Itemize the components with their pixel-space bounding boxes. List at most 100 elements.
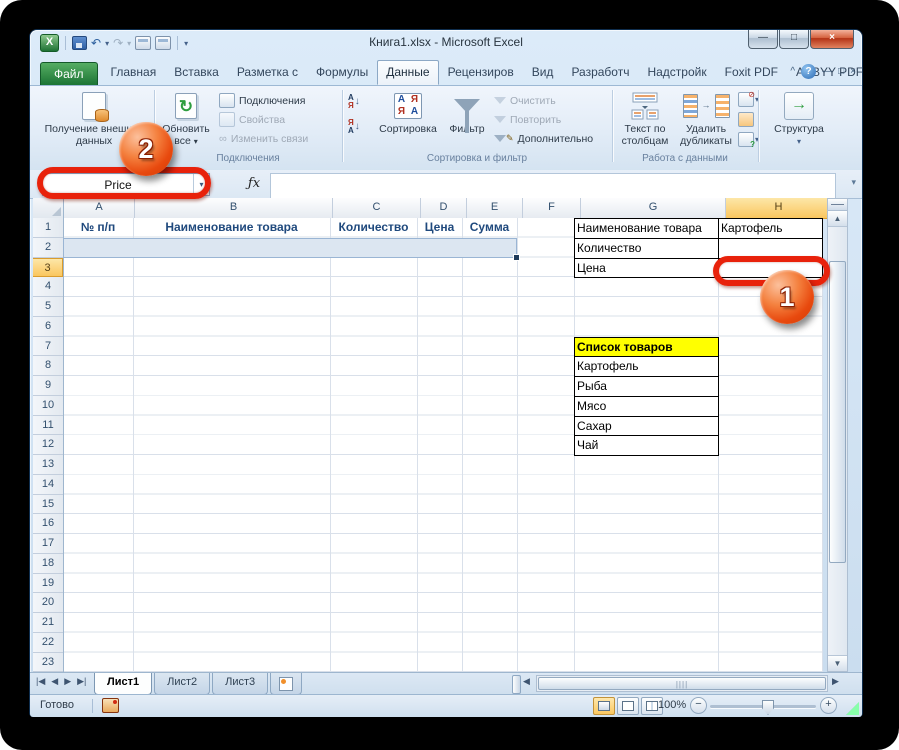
zoom-slider-thumb[interactable] [762, 700, 774, 715]
horizontal-scrollbar[interactable]: |||| [536, 675, 828, 692]
data-validation-button[interactable]: ⊘ ▾ [738, 92, 759, 107]
column-header-g[interactable]: G [581, 198, 726, 218]
scroll-up-icon[interactable]: ▲ [828, 211, 847, 227]
column-header-e[interactable]: E [467, 198, 523, 218]
row-header[interactable]: 14 [33, 475, 63, 495]
row-header[interactable]: 16 [33, 514, 63, 534]
first-sheet-icon[interactable]: |◀ [36, 676, 45, 687]
row-header[interactable]: 13 [33, 455, 63, 475]
vertical-split-handle[interactable] [828, 199, 847, 211]
fill-handle[interactable] [513, 254, 520, 261]
formula-bar-input[interactable] [270, 173, 836, 200]
tab-insert[interactable]: Вставка [165, 60, 228, 85]
list-item-cell-g9[interactable]: Рыба [574, 376, 719, 397]
minimize-button[interactable]: — [748, 30, 778, 49]
row-header[interactable]: 15 [33, 495, 63, 515]
vertical-scroll-thumb[interactable] [829, 261, 846, 563]
filter-button[interactable]: Фильтр [444, 88, 490, 136]
group-label-data-tools[interactable]: Работа с данными [616, 153, 754, 164]
tab-foxit-pdf[interactable]: Foxit PDF [716, 60, 787, 85]
list-item-cell-g11[interactable]: Сахар [574, 416, 719, 437]
cell-b1[interactable]: Наименование товара [133, 218, 330, 238]
list-item-cell-g12[interactable]: Чай [574, 435, 719, 456]
cell-c1[interactable]: Количество [330, 218, 417, 238]
row-header[interactable]: 9 [33, 376, 63, 396]
cell-g3[interactable]: Цена [574, 258, 719, 279]
prev-sheet-icon[interactable]: ◀ [51, 676, 58, 687]
tab-review[interactable]: Рецензиров [439, 60, 523, 85]
column-header-h-selected[interactable]: H [726, 198, 832, 219]
tab-addins[interactable]: Надстройк [638, 60, 715, 85]
tab-data[interactable]: Данные [377, 60, 438, 85]
page-layout-view-button[interactable] [617, 697, 639, 715]
insert-function-icon[interactable]: ƒx [242, 173, 266, 194]
zoom-in-button[interactable]: + [820, 697, 837, 714]
what-if-analysis-button[interactable]: ? ▾ [738, 132, 759, 147]
list-item-cell-g8[interactable]: Картофель [574, 356, 719, 377]
remove-duplicates-button[interactable]: → Удалить дубликаты [677, 88, 735, 147]
row-header-3-selected[interactable]: 3 [33, 258, 63, 278]
row-header[interactable]: 23 [33, 653, 63, 673]
macro-record-icon[interactable] [102, 698, 119, 713]
tab-formulas[interactable]: Формулы [307, 60, 377, 85]
row-header[interactable]: 22 [33, 633, 63, 653]
row-header[interactable]: 19 [33, 574, 63, 594]
row-header[interactable]: 1 [33, 218, 63, 238]
row-header[interactable]: 8 [33, 356, 63, 376]
zoom-out-button[interactable]: − [690, 697, 707, 714]
column-header-d[interactable]: D [421, 198, 467, 218]
worksheet-grid[interactable]: 1 2 3 4 5 6 7 8 9 10 11 12 13 14 15 16 1… [33, 218, 823, 672]
row-header[interactable]: 7 [33, 337, 63, 357]
zoom-slider[interactable] [710, 705, 816, 708]
group-label-sort-filter[interactable]: Сортировка и фильтр [346, 153, 608, 164]
sort-ascending-button[interactable]: АЯ ↓ [348, 92, 360, 111]
tab-developer[interactable]: Разработч [562, 60, 638, 85]
row-header[interactable]: 18 [33, 554, 63, 574]
connections-button[interactable]: Подключения [219, 91, 308, 110]
workbook-restore-icon[interactable]: □ [838, 66, 844, 77]
tab-file[interactable]: Файл [40, 62, 98, 85]
cell-d1[interactable]: Цена [417, 218, 462, 238]
row-header[interactable]: 20 [33, 593, 63, 613]
sort-descending-button[interactable]: ЯА ↓ [348, 117, 360, 136]
column-header-f[interactable]: F [523, 198, 581, 218]
row-header[interactable]: 4 [33, 277, 63, 297]
cell-g1[interactable]: Наименование товара [574, 218, 719, 239]
sheet-tab-list2[interactable]: Лист2 [154, 673, 210, 695]
list-item-cell-g10[interactable]: Мясо [574, 396, 719, 417]
tab-view[interactable]: Вид [523, 60, 563, 85]
cell-a1[interactable]: № п/п [63, 218, 133, 238]
row-header[interactable]: 2 [33, 238, 63, 258]
consolidate-button[interactable] [738, 112, 759, 127]
row-header[interactable]: 17 [33, 534, 63, 554]
sort-button[interactable]: АЯ ЯА Сортировка [376, 88, 440, 136]
row-header[interactable]: 10 [33, 396, 63, 416]
list-title-cell-g7[interactable]: Список товаров [574, 337, 719, 358]
next-sheet-icon[interactable]: ▶ [64, 676, 71, 687]
column-header-b[interactable]: B [135, 198, 333, 218]
text-to-columns-button[interactable]: Текст по столбцам [616, 88, 674, 147]
cell-h1[interactable]: Картофель [718, 218, 823, 239]
resize-grip[interactable] [846, 702, 859, 715]
column-header-a[interactable]: A [64, 198, 135, 218]
maximize-button[interactable]: □ [779, 30, 809, 49]
sheet-tab-list3[interactable]: Лист3 [212, 673, 268, 695]
expand-formula-bar-icon[interactable]: ▾ [851, 177, 856, 188]
row-header[interactable]: 5 [33, 297, 63, 317]
collapse-ribbon-icon[interactable]: ^ [790, 66, 795, 77]
advanced-filter-button[interactable]: ✎ Дополнительно [494, 129, 593, 148]
column-header-c[interactable]: C [333, 198, 421, 218]
close-button[interactable]: × [810, 30, 854, 49]
select-all-corner[interactable] [33, 198, 64, 218]
cell-e1[interactable]: Сумма [462, 218, 517, 238]
horizontal-scroll-thumb[interactable]: |||| [538, 677, 826, 690]
highlighted-range-a2-e2[interactable] [63, 238, 517, 258]
tab-page-layout[interactable]: Разметка с [228, 60, 307, 85]
row-header[interactable]: 11 [33, 416, 63, 436]
insert-worksheet-tab[interactable] [270, 673, 302, 695]
row-header[interactable]: 12 [33, 435, 63, 455]
workbook-minimize-icon[interactable]: — [822, 66, 832, 77]
zoom-level[interactable]: 100% [658, 699, 686, 711]
vertical-scrollbar[interactable]: ▲ ▼ [827, 198, 848, 672]
cell-g2[interactable]: Количество [574, 238, 719, 259]
